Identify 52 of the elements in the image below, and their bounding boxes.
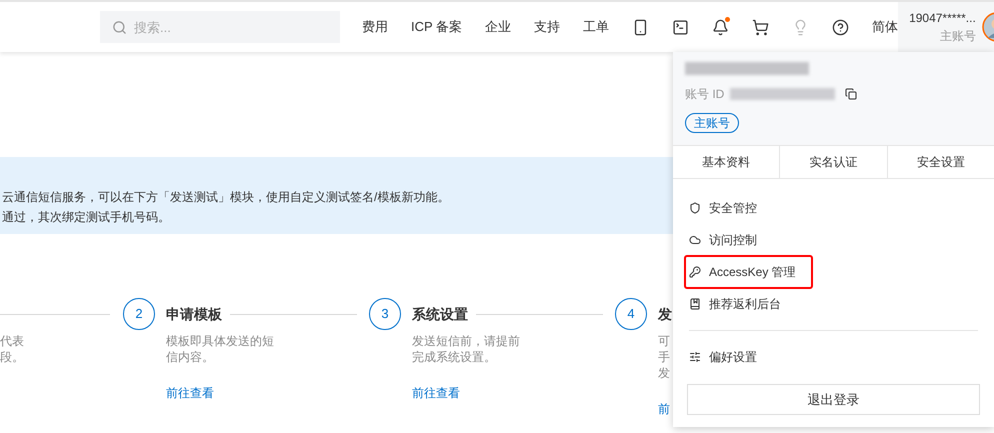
account-role: 主账号	[940, 28, 976, 45]
menu-item[interactable]: AccessKey 管理	[685, 256, 812, 288]
account-tab[interactable]: 实名认证	[779, 146, 887, 178]
menu-item[interactable]: 安全管控	[685, 192, 812, 224]
sliders-icon	[689, 351, 701, 363]
step-title: 系统设置	[412, 304, 468, 324]
step-number: 3	[369, 298, 401, 330]
nav-link[interactable]: ICP 备案	[411, 17, 462, 37]
account-badge: 主账号	[685, 113, 739, 133]
menu-item[interactable]: 偏好设置	[685, 341, 812, 373]
nav-link[interactable]: 工单	[583, 17, 610, 37]
search-icon	[112, 20, 127, 35]
nav-link[interactable]: 简体	[872, 17, 898, 37]
menu-item[interactable]: 推荐返利后台	[685, 288, 812, 320]
help-button[interactable]	[832, 18, 850, 36]
search-field[interactable]: 搜索...	[100, 11, 340, 43]
view-link[interactable]: 前	[658, 400, 670, 418]
step-number: 4	[615, 298, 647, 330]
copy-icon[interactable]	[845, 88, 858, 100]
account-name: 19047*****...	[909, 10, 976, 27]
step-description: 手	[658, 349, 670, 365]
cart-button[interactable]	[752, 18, 770, 36]
step-description: 信内容。	[166, 349, 214, 365]
step-description: 代表	[0, 333, 24, 349]
banner-text: 云通信短信服务，可以在下方「发送测试」模块，使用自定义测试签名/模板新功能。	[2, 190, 450, 205]
book-icon	[689, 298, 701, 310]
view-link[interactable]: 前往查看	[166, 384, 214, 402]
account-button[interactable]: 19047*****... 主账号	[898, 2, 994, 52]
step-number: 2	[123, 298, 155, 330]
step-description: 发送短信前，请提前	[412, 333, 520, 349]
bell-button[interactable]	[712, 18, 730, 36]
step-description: 发	[658, 365, 670, 381]
step-title: 申请模板	[166, 304, 222, 324]
account-tab[interactable]: 安全设置	[886, 146, 994, 178]
nav-link[interactable]: 企业	[485, 17, 512, 37]
terminal-button[interactable]	[672, 18, 690, 36]
shield-icon	[689, 202, 701, 214]
nav-link[interactable]: 费用	[362, 17, 388, 37]
cloud-icon	[689, 234, 701, 246]
nav-link[interactable]: 支持	[534, 17, 560, 37]
step-title: 发	[658, 304, 672, 324]
step-description: 段。	[0, 349, 24, 365]
menu-item[interactable]: 访问控制	[685, 224, 812, 256]
view-link[interactable]: 前往查看	[412, 384, 460, 402]
step-description: 可	[658, 333, 670, 349]
step-description: 完成系统设置。	[412, 349, 496, 365]
banner-text: 通过，其次绑定测试手机号码。	[2, 210, 171, 225]
step-description: 模板即具体发送的短	[166, 333, 274, 349]
account-tab[interactable]: 基本资料	[673, 146, 780, 178]
logout-button[interactable]: 退出登录	[687, 384, 980, 415]
account-id-label: 账号 ID	[685, 86, 724, 103]
key-icon	[689, 266, 701, 278]
